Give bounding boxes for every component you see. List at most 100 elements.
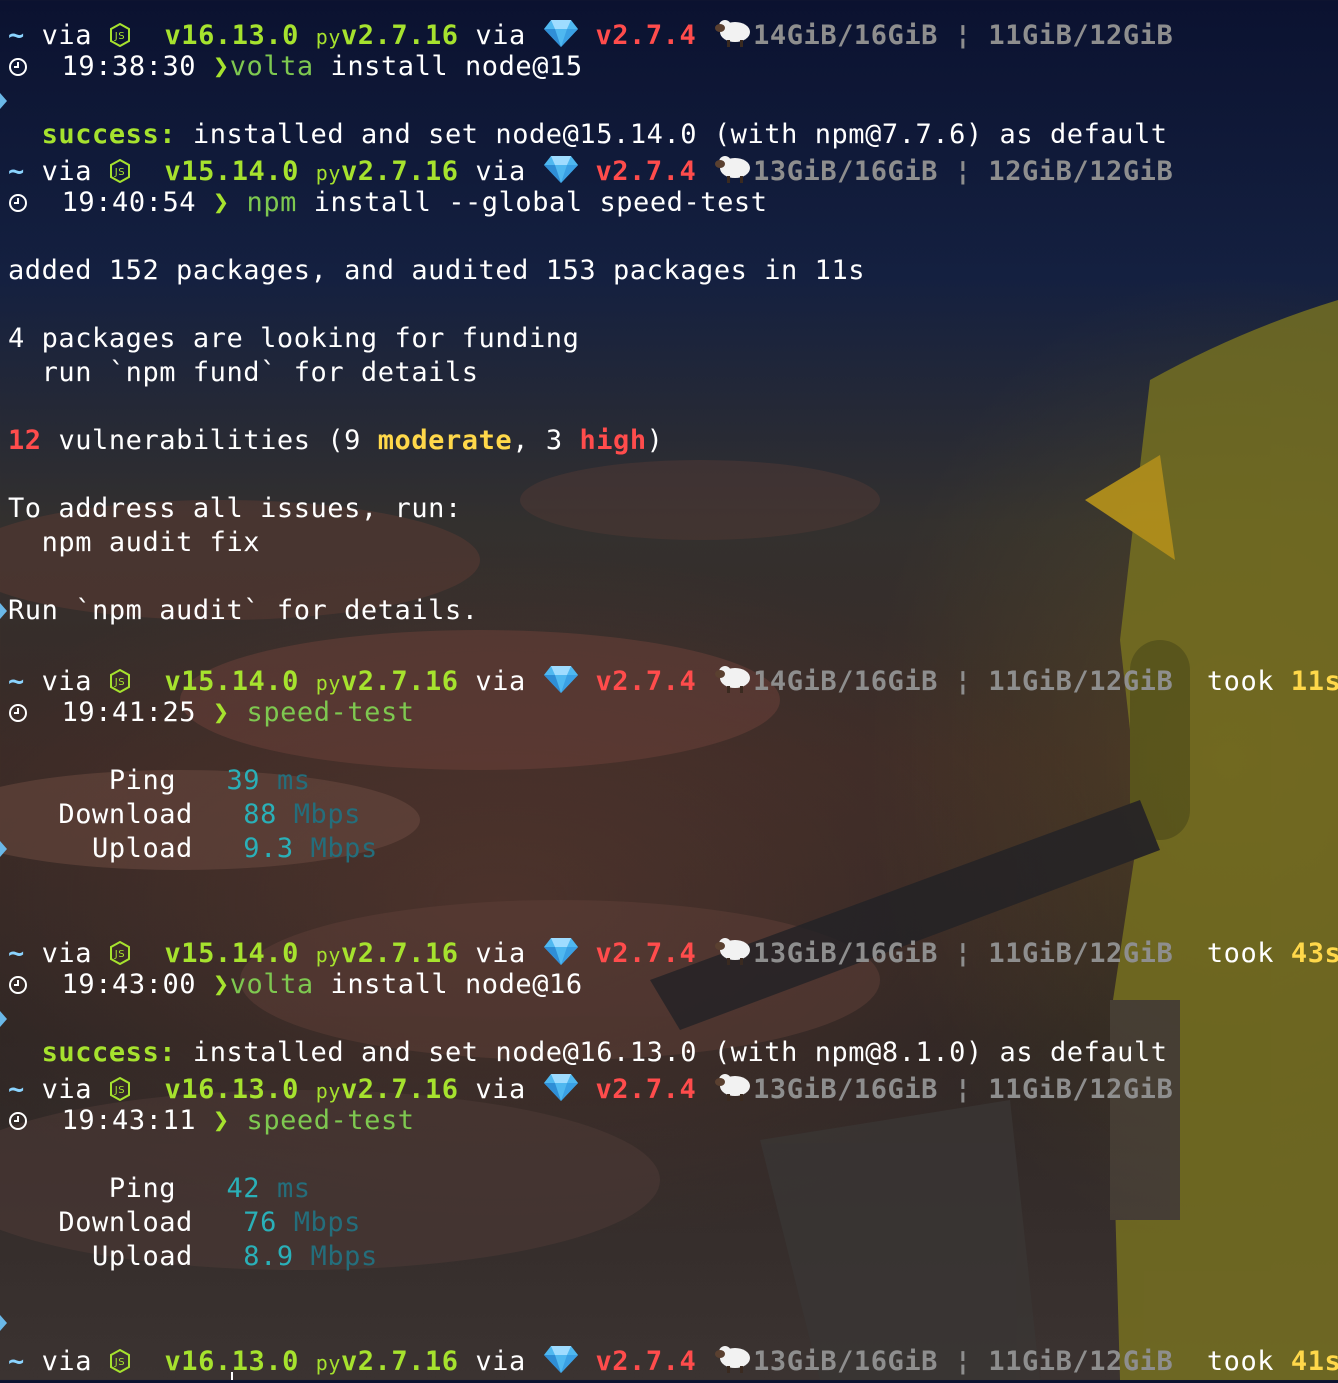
python-icon: py [315, 943, 341, 967]
python-icon: py [315, 1351, 341, 1375]
swap-usage: 11GiB/12GiB [988, 20, 1174, 51]
svg-text:JS: JS [114, 167, 125, 178]
prompt-command-line: 19:38:30 ❯volta install node@15 [8, 50, 583, 84]
swap-usage: 11GiB/12GiB [988, 1074, 1174, 1105]
node-version: v16.13.0 [164, 20, 299, 51]
prompt-command-line: 19:43:00 ❯volta install node@16 [8, 968, 583, 1002]
prompt-marker [0, 1011, 7, 1027]
speed2-upload-row: Upload 8.9 Mbps [92, 1241, 378, 1272]
python-icon: py [315, 1079, 341, 1103]
sheep-icon [713, 16, 753, 57]
npm-added-line: added 152 packages, and audited 153 pack… [8, 255, 866, 286]
command-duration: 43s [1290, 938, 1338, 969]
speed1-upload-row: Upload 9.3 Mbps [92, 833, 378, 864]
tilde-directory: ~ [8, 1074, 25, 1105]
via-label: via [41, 1346, 93, 1377]
npm-audit-line: Run `npm audit` for details. [8, 595, 479, 626]
via-label: via [41, 666, 93, 697]
python-version: v2.7.16 [340, 666, 459, 697]
memory-usage: 14GiB/16GiB [753, 20, 938, 51]
prompt-status-line: ~ via JS v16.13.0 pyv2.7.16 via v2.7.4 1… [8, 1342, 1338, 1377]
swap-usage: 11GiB/12GiB [988, 1346, 1174, 1377]
nodejs-icon: JS [109, 1348, 131, 1382]
took-label: took [1206, 666, 1275, 697]
via-label: via [475, 1074, 526, 1105]
tilde-directory: ~ [8, 938, 25, 969]
python-version: v2.7.16 [340, 1074, 459, 1105]
via-label: via [41, 1074, 93, 1105]
python-version: v2.7.16 [340, 938, 459, 969]
separator: ¦ [954, 1346, 972, 1377]
python-icon: py [315, 161, 341, 185]
separator: ¦ [954, 20, 972, 51]
ruby-version: v2.7.4 [595, 1346, 697, 1377]
clock-icon [8, 698, 28, 732]
memory-usage: 14GiB/16GiB [753, 666, 938, 697]
npm-fund-hint-line: run `npm fund` for details [41, 357, 479, 388]
svg-text:JS: JS [114, 1357, 125, 1368]
prompt-time: 19:40:54 [61, 187, 197, 218]
ruby-version: v2.7.4 [595, 156, 697, 187]
tilde-directory: ~ [8, 20, 25, 51]
command-args: install node@15 [330, 51, 583, 82]
took-label: took [1206, 1346, 1275, 1377]
svg-text:JS: JS [114, 949, 125, 960]
ruby-version: v2.7.4 [595, 938, 697, 969]
prompt-arrow: ❯ [212, 51, 230, 82]
sheep-icon [713, 1342, 753, 1383]
memory-usage: 13GiB/16GiB [753, 156, 938, 187]
separator: ¦ [954, 1074, 972, 1105]
via-label: via [41, 156, 93, 187]
prompt-time: 19:43:00 [61, 969, 197, 1000]
python-version: v2.7.16 [340, 1346, 459, 1377]
via-label: via [41, 938, 93, 969]
gem-icon [543, 1072, 579, 1111]
node-version: v15.14.0 [164, 666, 299, 697]
prompt-arrow: ❯ [212, 697, 230, 728]
success-line: success: installed and set node@15.14.0 … [41, 119, 1168, 150]
prompt-time: 19:43:11 [61, 1105, 197, 1136]
swap-usage: 11GiB/12GiB [988, 666, 1174, 697]
prompt-marker [0, 93, 7, 109]
sheep-icon [713, 662, 753, 703]
prompt-arrow: ❯ [212, 1105, 230, 1136]
node-version: v15.14.0 [164, 938, 299, 969]
command-name: speed-test [246, 697, 415, 728]
tilde-directory: ~ [8, 156, 25, 187]
prompt-command-line: 19:43:11 ❯ speed-test [8, 1104, 415, 1138]
text-cursor [231, 1372, 233, 1380]
prompt-time: 19:38:30 [61, 51, 197, 82]
command-duration: 41s [1290, 1346, 1338, 1377]
sheep-icon [713, 1070, 753, 1111]
prompt-marker [0, 841, 7, 857]
clock-icon [8, 1106, 28, 1140]
command-args: install node@16 [330, 969, 583, 1000]
clock-icon [8, 970, 28, 1004]
command-args: install --global speed-test [313, 187, 768, 218]
via-label: via [475, 938, 526, 969]
memory-usage: 13GiB/16GiB [753, 1074, 938, 1105]
npm-address-line: To address all issues, run: [8, 493, 462, 524]
prompt-status-line: ~ via JS v15.14.0 pyv2.7.16 via v2.7.4 1… [8, 662, 1338, 697]
svg-text:JS: JS [114, 1085, 125, 1096]
prompt-status-line: ~ via JS v16.13.0 pyv2.7.16 via v2.7.4 1… [8, 1070, 1174, 1105]
svg-text:JS: JS [114, 677, 125, 688]
prompt-status-line: ~ via JS v16.13.0 pyv2.7.16 via v2.7.4 1… [8, 16, 1174, 51]
speed1-download-row: Download 88 Mbps [58, 799, 361, 830]
via-label: via [475, 1346, 526, 1377]
separator: ¦ [954, 938, 972, 969]
speed1-ping-row: Ping 39 ms [108, 765, 311, 796]
node-version: v15.14.0 [164, 156, 299, 187]
gem-icon [543, 664, 579, 703]
prompt-marker [0, 1315, 7, 1331]
memory-usage: 13GiB/16GiB [753, 1346, 938, 1377]
took-label: took [1206, 938, 1275, 969]
ruby-version: v2.7.4 [595, 666, 697, 697]
command-name: volta [229, 51, 314, 82]
python-icon: py [315, 25, 341, 49]
speed2-ping-row: Ping 42 ms [108, 1173, 311, 1204]
ruby-version: v2.7.4 [595, 20, 697, 51]
python-icon: py [315, 671, 341, 695]
via-label: via [475, 20, 526, 51]
prompt-arrow: ❯ [212, 187, 230, 218]
